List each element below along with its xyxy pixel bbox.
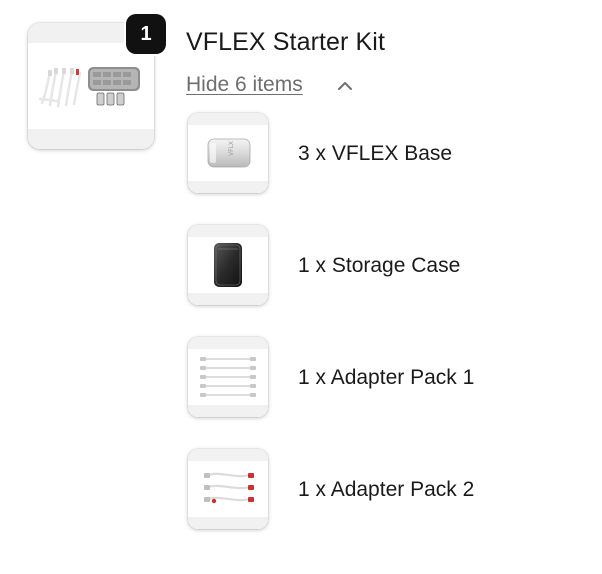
adapter-pack-1-image	[200, 357, 256, 397]
adapter-pack-2-image	[204, 472, 254, 504]
bundle-item: 1 x Adapter Pack 2	[186, 449, 566, 533]
vflex-base-image: VFLX	[207, 138, 251, 168]
chevron-up-icon[interactable]	[336, 79, 354, 93]
item-thumbnail	[188, 337, 268, 417]
item-thumbnail	[188, 225, 268, 305]
item-label: 3 x VFLEX Base	[298, 142, 453, 165]
starter-kit-image	[38, 67, 140, 108]
item-thumbnail: VFLX	[188, 113, 268, 193]
bundle-item: 1 x Adapter Pack 1	[186, 337, 566, 421]
item-label: 1 x Adapter Pack 1	[298, 366, 475, 389]
item-thumbnail	[188, 449, 268, 529]
svg-text:VFLX: VFLX	[228, 141, 235, 156]
bundle-item: VFLX 3 x VFLEX Base	[186, 113, 566, 197]
storage-case-image	[214, 243, 242, 287]
quantity-badge: 1	[126, 14, 166, 54]
hide-items-link[interactable]: Hide 6 items	[186, 73, 303, 97]
item-label: 1 x Adapter Pack 2	[298, 478, 475, 501]
item-label: 1 x Storage Case	[298, 254, 461, 277]
bundle-item: 1 x Storage Case	[186, 225, 566, 309]
product-title: VFLEX Starter Kit	[186, 28, 385, 56]
